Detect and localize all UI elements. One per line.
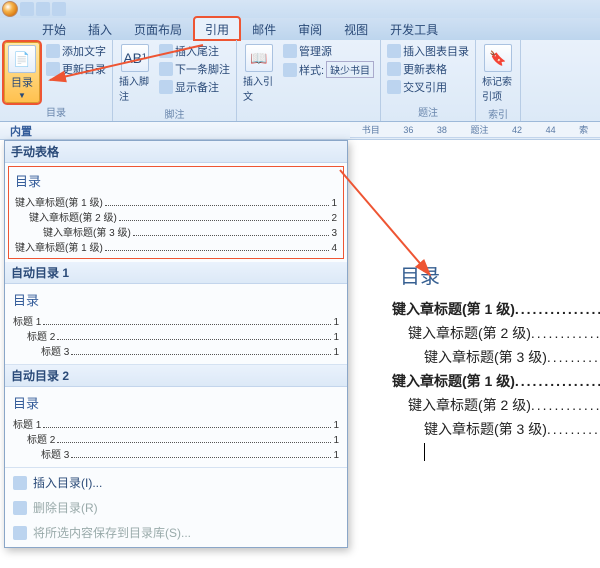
manage-icon: [283, 44, 297, 58]
remove-toc-menu: 删除目录(R): [5, 495, 347, 520]
group-label-captions: 题注: [385, 103, 471, 119]
toc-icon: 📄: [8, 45, 36, 73]
figtable-icon: [387, 44, 401, 58]
gallery-header-manual: 手动表格: [5, 141, 347, 163]
show-notes-button[interactable]: 显示备注: [157, 78, 232, 96]
substrip-builtin: 内置: [0, 123, 42, 139]
gallery-item-manual[interactable]: 目录 键入章标题(第 1 级)1 键入章标题(第 2 级)2 键入章标题(第 3…: [8, 166, 344, 259]
tab-mailings[interactable]: 邮件: [242, 18, 286, 40]
toc-preview-line: 标题 31: [13, 446, 339, 461]
group-index: 🔖 标记索引项 索引: [476, 40, 521, 121]
group-label-index: 索引: [480, 105, 516, 121]
update2-icon: [387, 62, 401, 76]
gallery-header-auto1: 自动目录 1: [5, 262, 347, 284]
citation-side: 管理源 样式:缺少书目: [281, 42, 376, 105]
preview-title-a1: 目录: [13, 290, 339, 309]
qat-redo-icon[interactable]: [52, 2, 66, 16]
show-icon: [159, 80, 173, 94]
toc-label: 目录: [11, 74, 33, 90]
tab-home[interactable]: 开始: [32, 18, 76, 40]
gallery-item-auto2[interactable]: 目录 标题 11 标题 21 标题 31: [5, 387, 347, 468]
doc-toc-line: 键入章标题(第 3 级)..................: [360, 347, 600, 367]
toc-preview-line: 键入章标题(第 3 级)3: [15, 224, 337, 239]
toc-preview-line: 标题 31: [13, 343, 339, 358]
style-icon: [283, 63, 297, 77]
toc-preview-line: 键入章标题(第 1 级)1: [15, 194, 337, 209]
quick-access-toolbar: [20, 2, 66, 16]
footnote-icon: AB¹: [121, 44, 149, 72]
preview-title-a2: 目录: [13, 393, 339, 412]
mark-entry-button[interactable]: 🔖 标记索引项: [480, 42, 516, 105]
doc-toc-line: 键入章标题(第 3 级)..................: [360, 419, 600, 439]
next-footnote-button[interactable]: 下一条脚注: [157, 60, 232, 78]
gallery-item-auto1[interactable]: 目录 标题 11 标题 21 标题 31: [5, 284, 347, 365]
toc-preview-line: 标题 11: [13, 416, 339, 431]
group-citations: 📖 插入引文 管理源 样式:缺少书目: [237, 40, 381, 121]
tab-pagelayout[interactable]: 页面布局: [124, 18, 192, 40]
document-area[interactable]: 目录 键入章标题(第 1 级).................. 键入章标题(…: [360, 150, 600, 568]
toc-preview-line: 键入章标题(第 1 级)4: [15, 239, 337, 254]
mark-icon: 🔖: [484, 44, 512, 72]
text-cursor: [424, 443, 425, 461]
crossref-button[interactable]: 交叉引用: [385, 78, 471, 96]
tab-references[interactable]: 引用: [194, 17, 240, 40]
insert-citation-button[interactable]: 📖 插入引文: [241, 42, 277, 105]
caption-buttons: 插入图表目录 更新表格 交叉引用: [385, 42, 471, 96]
next-icon: [159, 62, 173, 76]
citation-icon: 📖: [245, 44, 273, 72]
update-table-button[interactable]: 更新表格: [385, 60, 471, 78]
update-icon: [46, 62, 60, 76]
toc-preview-line: 键入章标题(第 2 级)2: [15, 209, 337, 224]
doc-toc-line: 键入章标题(第 1 级)..................: [360, 299, 600, 319]
tab-developer[interactable]: 开发工具: [380, 18, 448, 40]
group-captions: 插入图表目录 更新表格 交叉引用 题注: [381, 40, 476, 121]
ribbon: 📄 目录 ▼ 添加文字 更新目录 目录 AB¹ 插入脚注 插入尾注 下一条脚注 …: [0, 40, 600, 122]
group-label-citations: [241, 107, 376, 119]
gallery-footer: 插入目录(I)... 删除目录(R) 将所选内容保存到目录库(S)...: [5, 468, 347, 547]
toc-side-buttons: 添加文字 更新目录: [44, 42, 108, 103]
insert-figtable-button[interactable]: 插入图表目录: [385, 42, 471, 60]
manage-sources-button[interactable]: 管理源: [281, 42, 376, 60]
update-toc-button[interactable]: 更新目录: [44, 60, 108, 78]
add-text-button[interactable]: 添加文字: [44, 42, 108, 60]
remove-toc-icon: [13, 501, 27, 515]
group-footnotes: AB¹ 插入脚注 插入尾注 下一条脚注 显示备注 脚注: [113, 40, 237, 121]
group-label-footnotes: 脚注: [117, 105, 232, 121]
footnote-side: 插入尾注 下一条脚注 显示备注: [157, 42, 232, 105]
save-selection-menu: 将所选内容保存到目录库(S)...: [5, 520, 347, 545]
ruler: 书目 36 38 题注 42 44 索: [350, 122, 600, 138]
gallery-header-auto2: 自动目录 2: [5, 365, 347, 387]
doc-toc-title: 目录: [400, 260, 600, 289]
dropdown-arrow-icon: ▼: [18, 91, 26, 100]
toc-gallery: 手动表格 目录 键入章标题(第 1 级)1 键入章标题(第 2 级)2 键入章标…: [4, 140, 348, 548]
insert-toc-icon: [13, 476, 27, 490]
endnote-icon: [159, 44, 173, 58]
qat-undo-icon[interactable]: [36, 2, 50, 16]
insert-endnote-button[interactable]: 插入尾注: [157, 42, 232, 60]
toc-preview-line: 标题 21: [13, 328, 339, 343]
group-label-toc: 目录: [4, 103, 108, 119]
toc-preview-line: 标题 11: [13, 313, 339, 328]
qat-save-icon[interactable]: [20, 2, 34, 16]
insert-toc-menu[interactable]: 插入目录(I)...: [5, 470, 347, 495]
preview-title: 目录: [15, 171, 337, 190]
doc-toc-line: 键入章标题(第 1 级)..................: [360, 371, 600, 391]
tab-review[interactable]: 审阅: [288, 18, 332, 40]
tab-view[interactable]: 视图: [334, 18, 378, 40]
doc-toc-line: 键入章标题(第 2 级)..................: [360, 395, 600, 415]
save-sel-icon: [13, 526, 27, 540]
toc-button[interactable]: 📄 目录 ▼: [4, 42, 40, 103]
ribbon-tabs: 开始 插入 页面布局 引用 邮件 审阅 视图 开发工具: [0, 18, 600, 40]
crossref-icon: [387, 80, 401, 94]
add-text-icon: [46, 44, 60, 58]
tab-insert[interactable]: 插入: [78, 18, 122, 40]
doc-toc-line: 键入章标题(第 2 级)..................: [360, 323, 600, 343]
insert-footnote-button[interactable]: AB¹ 插入脚注: [117, 42, 153, 105]
style-dropdown[interactable]: 样式:缺少书目: [281, 60, 376, 79]
toc-preview-line: 标题 21: [13, 431, 339, 446]
office-button[interactable]: [2, 1, 18, 17]
title-bar: [0, 0, 600, 18]
group-toc: 📄 目录 ▼ 添加文字 更新目录 目录: [0, 40, 113, 121]
